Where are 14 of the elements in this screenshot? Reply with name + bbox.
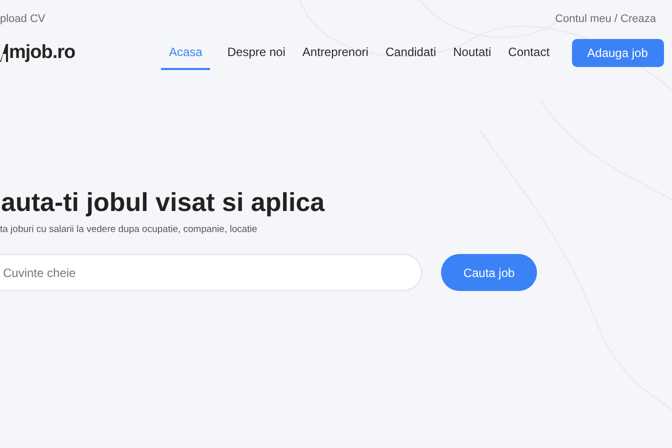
nav-link[interactable]: Noutati xyxy=(453,36,492,70)
hero-subtitle: ta joburi cu salarii la vedere dupa ocupatie, companie, locatie xyxy=(0,223,258,237)
upload-link[interactable]: pload CV xyxy=(0,10,46,28)
nav-link[interactable]: Candidati xyxy=(385,36,436,70)
search-button[interactable]: Cauta job xyxy=(441,254,537,292)
nav-link[interactable]: Antreprenori xyxy=(302,36,368,70)
logo[interactable]: mjob.ro xyxy=(9,38,76,68)
nav-link[interactable]: Contact xyxy=(508,36,550,70)
add-job-button[interactable]: Adauga job xyxy=(572,39,664,67)
logo-icon xyxy=(0,42,9,64)
nav-link[interactable]: Despre noi xyxy=(227,36,286,70)
account-link[interactable]: Contul meu / Creaza xyxy=(555,10,656,28)
search-field[interactable]: Cuvinte cheie xyxy=(0,254,422,292)
hero-title: auta-ti jobul visat si aplica xyxy=(1,186,326,218)
